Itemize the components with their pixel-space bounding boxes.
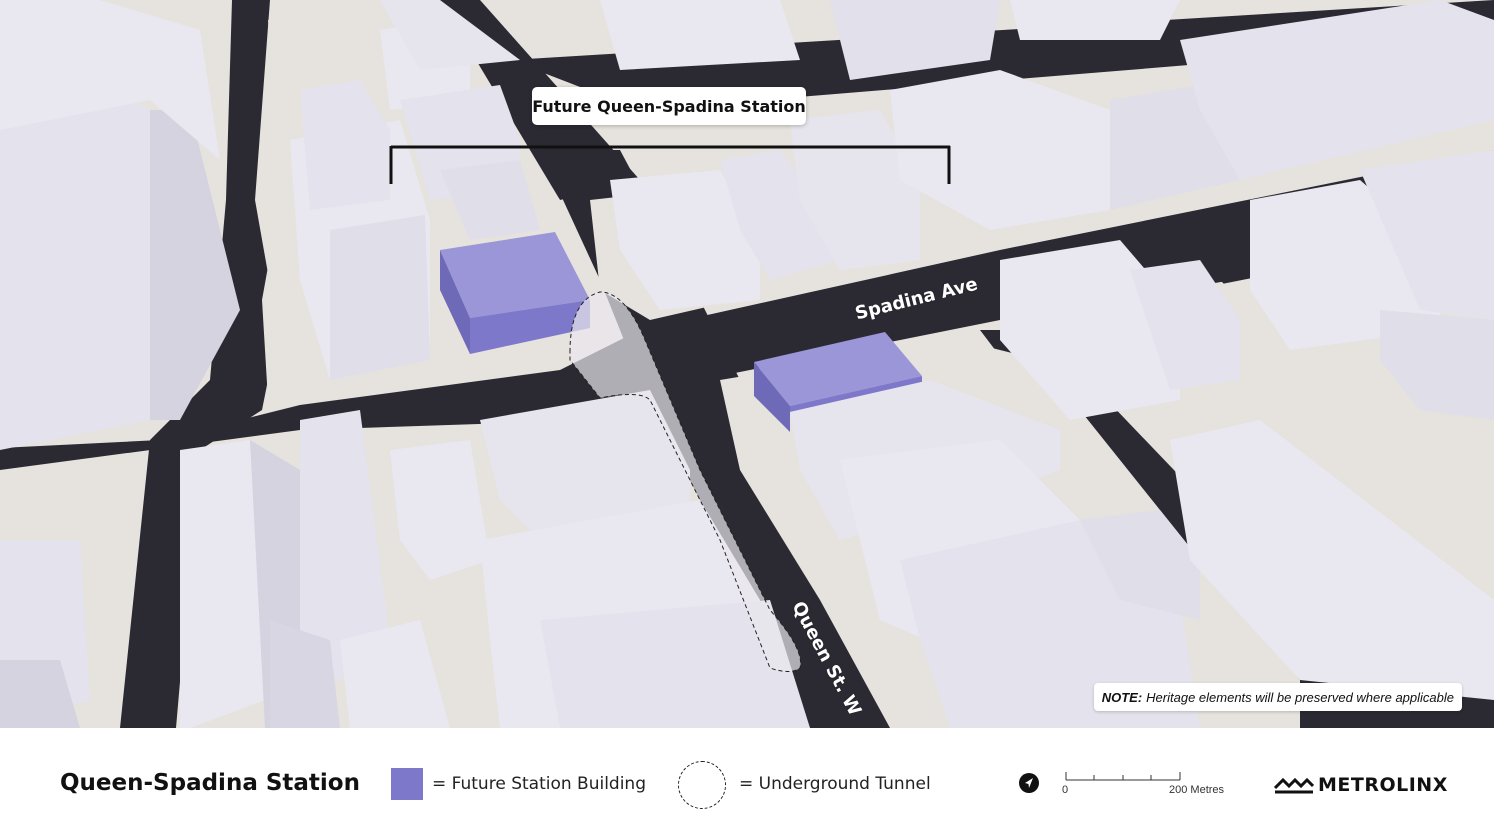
tunnel-legend-label: = Underground Tunnel bbox=[739, 774, 931, 794]
north-arrow-icon bbox=[1019, 773, 1039, 793]
legend-bar: Queen-Spadina Station = Future Station B… bbox=[0, 728, 1494, 840]
scale-end-label: 200 Metres bbox=[1169, 784, 1225, 796]
station-building-swatch bbox=[391, 768, 423, 800]
legend-title: Queen-Spadina Station bbox=[60, 770, 360, 796]
brand-name: METROLINX bbox=[1318, 774, 1448, 796]
heritage-note: NOTE: Heritage elements will be preserve… bbox=[1093, 683, 1462, 711]
scale-bar bbox=[1065, 772, 1181, 781]
metrolinx-mark-icon bbox=[1274, 777, 1314, 794]
tunnel-swatch bbox=[678, 761, 726, 809]
note-label: NOTE: bbox=[1101, 689, 1143, 705]
note-text: Heritage elements will be preserved wher… bbox=[1146, 689, 1454, 705]
metrolinx-logo: METROLINX bbox=[1274, 774, 1448, 796]
map-figure: Future Queen-Spadina Station Spadina Ave… bbox=[0, 0, 1494, 840]
station-building-legend-label: = Future Station Building bbox=[432, 774, 646, 794]
scale-start-label: 0 bbox=[1062, 784, 1069, 796]
station-callout: Future Queen-Spadina Station bbox=[532, 87, 806, 125]
